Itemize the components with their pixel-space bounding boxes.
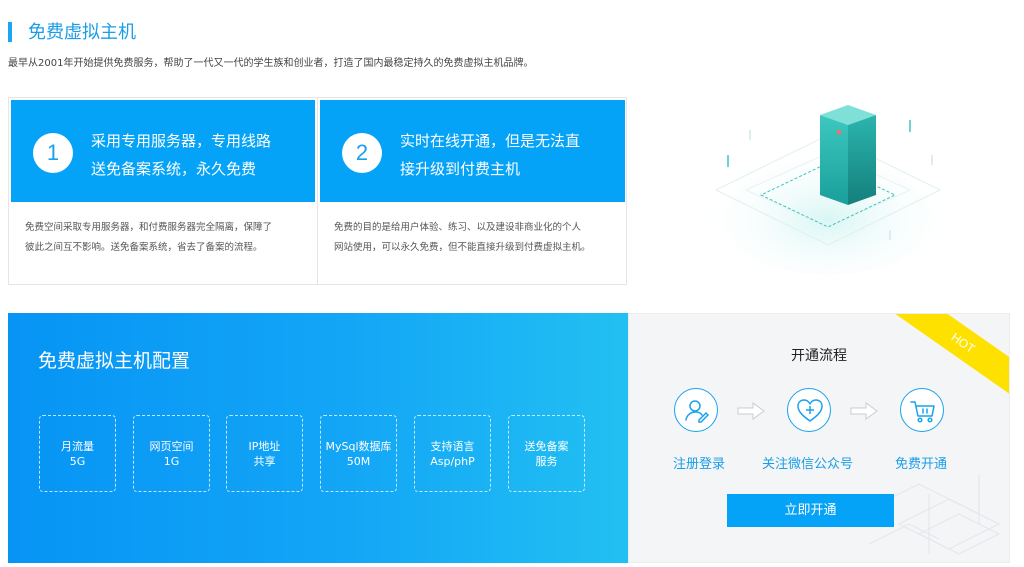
config-item-value: Asp/phP <box>430 454 475 468</box>
config-item-value: 服务 <box>535 454 558 468</box>
config-item-language: 支持语言 Asp/phP <box>414 415 491 492</box>
config-item-label: 月流量 <box>61 439 94 453</box>
feature-body-line: 免费的目的是给用户体验、练习、以及建设非商业化的个人 <box>334 222 582 233</box>
step-label-follow-wechat: 关注微信公众号 <box>762 457 854 472</box>
cart-icon <box>900 388 944 432</box>
config-item-label: IP地址 <box>248 439 281 453</box>
feature-number-badge: 2 <box>342 133 382 173</box>
heart-plus-icon <box>787 388 831 432</box>
feature-card-title: 采用专用服务器，专用线路 送免备案系统，永久免费 <box>91 127 291 183</box>
section-title: 免费虚拟主机 <box>28 22 136 43</box>
feature-title-line: 接升级到付费主机 <box>400 160 521 178</box>
feature-cards: 1 采用专用服务器，专用线路 送免备案系统，永久免费 免费空间采取专用服务器，和… <box>8 97 627 285</box>
feature-card: 2 实时在线开通，但是无法直 接升级到付费主机 免费的目的是给用户体验、练习、以… <box>318 98 627 284</box>
config-panel: 免费虚拟主机配置 月流量 5G 网页空间 1G IP地址 共享 MySql数据库… <box>8 313 628 563</box>
user-edit-icon <box>674 388 718 432</box>
feature-body-line: 网站使用，可以永久免费，但不能直接升级到付费虚拟主机。 <box>334 242 591 253</box>
feature-card-title: 实时在线开通，但是无法直 接升级到付费主机 <box>400 127 600 183</box>
config-item-webspace: 网页空间 1G <box>133 415 210 492</box>
feature-card-body: 免费的目的是给用户体验、练习、以及建设非商业化的个人 网站使用，可以永久免费，但… <box>334 218 609 258</box>
arrow-right-icon <box>737 402 765 424</box>
feature-body-line: 彼此之间互不影响。送免备案系统，省去了备案的流程。 <box>25 242 263 253</box>
config-item-filing: 送免备案 服务 <box>508 415 585 492</box>
feature-title-line: 送免备案系统，永久免费 <box>91 160 257 178</box>
config-item-label: 支持语言 <box>430 439 475 453</box>
feature-card-header: 2 实时在线开通，但是无法直 接升级到付费主机 <box>320 100 625 202</box>
title-accent-bar <box>8 22 12 42</box>
config-item-value: 共享 <box>253 454 276 468</box>
process-title: 开通流程 <box>791 348 847 364</box>
feature-number-badge: 1 <box>33 133 73 173</box>
feature-card-header: 1 采用专用服务器，专用线路 送免备案系统，永久免费 <box>11 100 315 202</box>
feature-title-line: 实时在线开通，但是无法直 <box>400 132 581 150</box>
config-item-database: MySql数据库 50M <box>320 415 397 492</box>
config-item-label: 网页空间 <box>149 439 194 453</box>
step-label-activate: 免费开通 <box>895 457 948 472</box>
feature-title-line: 采用专用服务器，专用线路 <box>91 132 272 150</box>
server-illustration <box>708 105 948 275</box>
config-item-label: MySql数据库 <box>325 439 392 453</box>
config-item-ip: IP地址 共享 <box>226 415 303 492</box>
config-item-value: 50M <box>346 454 371 468</box>
feature-card-body: 免费空间采取专用服务器，和付费服务器完全隔离，保障了 彼此之间互不影响。送免备案… <box>25 218 300 258</box>
section-description: 最早从2001年开始提供免费服务，帮助了一代又一代的学生族和创业者，打造了国内最… <box>8 58 534 69</box>
step-label-register: 注册登录 <box>673 457 726 472</box>
process-panel: HOT 开通流程 注册登录 关注微信公众号 免费开通 立即开通 <box>628 313 1010 563</box>
config-item-traffic: 月流量 5G <box>39 415 116 492</box>
arrow-right-icon <box>850 402 878 424</box>
config-title: 免费虚拟主机配置 <box>38 350 191 372</box>
config-item-value: 1G <box>163 454 180 468</box>
config-item-label: 送免备案 <box>524 439 569 453</box>
feature-body-line: 免费空间采取专用服务器，和付费服务器完全隔离，保障了 <box>25 222 273 233</box>
config-item-value: 5G <box>69 454 86 468</box>
activate-now-button[interactable]: 立即开通 <box>727 494 894 527</box>
feature-card: 1 采用专用服务器，专用线路 送免备案系统，永久免费 免费空间采取专用服务器，和… <box>9 98 318 284</box>
